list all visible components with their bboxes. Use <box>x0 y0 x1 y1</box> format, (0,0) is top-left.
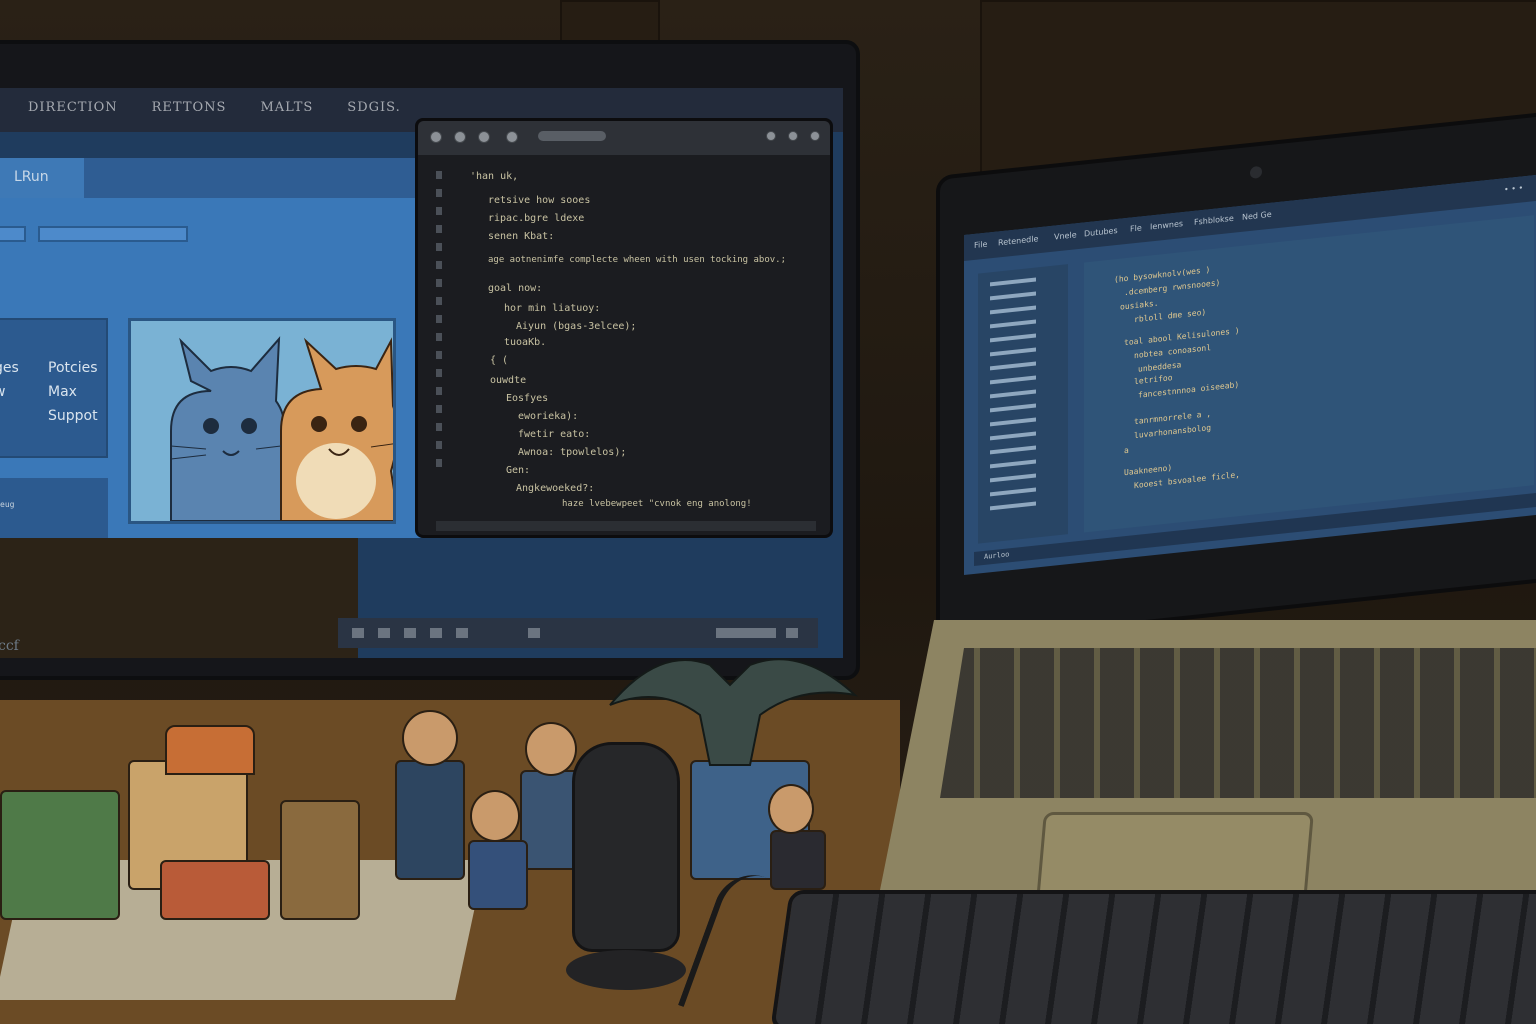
laptop-menu-item[interactable]: Dutubes <box>1084 226 1118 239</box>
toy-castle-green <box>0 790 120 920</box>
toy-small-figure <box>468 840 528 910</box>
search-input[interactable] <box>38 226 188 242</box>
laptop-code-line: nobtea conoasonl <box>1134 343 1212 361</box>
taskbar-icon[interactable] <box>352 628 364 638</box>
laptop-touchpad[interactable] <box>1036 812 1314 902</box>
nav-item-max[interactable]: Max <box>48 384 77 400</box>
code-line: ripac.bgre ldexe <box>488 213 585 224</box>
laptop-file-tree[interactable] <box>978 264 1068 544</box>
dark-panel-text: ccf <box>0 638 19 654</box>
cat-image <box>128 318 396 524</box>
webcam-icon <box>1250 165 1262 179</box>
browser-tabbar: LRun <box>0 158 428 198</box>
dark-figure-head <box>768 784 814 834</box>
nav-item-policies[interactable]: Potcies <box>48 360 98 376</box>
code-line: age aotnenimfe complecte wheen with usen… <box>488 255 787 265</box>
webpage: ges w Potcies Max Suppot eug <box>0 198 428 538</box>
laptop-code-line: luvarhonansbolog <box>1134 423 1212 441</box>
code-area[interactable]: 'han uk, retsive how sooes ripac.bgre ld… <box>466 165 826 525</box>
laptop-code-line: toal abool Kelisulones ) <box>1124 326 1240 348</box>
laptop-screen: File Retenedle Vnele Dutubes Fle Ienwnes… <box>964 173 1536 576</box>
code-line: Awnoa: tpowlelos); <box>518 447 627 458</box>
laptop-keyboard[interactable] <box>940 648 1536 798</box>
nav-item-partial-1[interactable]: ges <box>0 360 19 376</box>
laptop-code-line: Uaakneeno) <box>1124 463 1173 478</box>
laptop-status-text: Aurloo <box>984 550 1010 561</box>
window-control-icon[interactable] <box>810 131 820 141</box>
laptop-menu-item[interactable]: Ned Ge <box>1242 210 1272 222</box>
code-line: goal now: <box>488 283 543 294</box>
code-line: retsive how sooes <box>488 195 591 206</box>
code-window-titlebar <box>418 121 830 155</box>
taskbar-icon[interactable] <box>528 628 540 638</box>
external-keyboard[interactable] <box>770 890 1536 1024</box>
code-line: { ( <box>490 355 509 366</box>
microphone <box>572 742 680 952</box>
code-line: haze lvebewpeet "cvnok eng anolong! <box>562 499 752 509</box>
menu-item-malts[interactable]: MALTS <box>260 100 313 120</box>
nav-item-support[interactable]: Suppot <box>48 408 98 424</box>
editor-gutter <box>432 161 452 521</box>
laptop-code-line: unbeddesa <box>1138 360 1182 374</box>
toy-house-roof <box>165 725 255 775</box>
code-line: Eosfyes <box>506 393 549 404</box>
laptop-menu-item[interactable]: Ienwnes <box>1150 219 1183 231</box>
laptop-code-line: rbloll dme seo) <box>1134 307 1207 325</box>
browser-tab[interactable]: LRun <box>0 158 84 198</box>
window-control-icon[interactable] <box>788 131 798 141</box>
taskbar-icon[interactable] <box>378 628 390 638</box>
minimize-window-button[interactable] <box>454 131 466 143</box>
code-line: 'han uk, <box>470 171 519 182</box>
laptop-menu-item[interactable]: File <box>974 240 987 250</box>
laptop-menu-item[interactable]: Fle <box>1130 223 1142 233</box>
close-window-button[interactable] <box>430 131 442 143</box>
toy-tower <box>280 800 360 920</box>
address-bar[interactable] <box>538 131 606 141</box>
code-line: eworieka): <box>518 411 579 422</box>
laptop-code-area[interactable]: (ho bysowknolv(wes ) .dcemberg rwnsnooes… <box>1084 215 1534 533</box>
taskbar-icon[interactable] <box>430 628 442 638</box>
laptop-menu-item[interactable]: Vnele <box>1054 230 1077 241</box>
settings-icon[interactable] <box>506 131 518 143</box>
small-figure-head <box>470 790 520 842</box>
code-line: tuoaKb. <box>504 337 547 348</box>
code-line: Gen: <box>506 465 531 476</box>
toy-figure <box>520 770 580 870</box>
taskbar-icon[interactable] <box>404 628 416 638</box>
search-button[interactable] <box>0 226 26 242</box>
taskbar-icon[interactable] <box>456 628 468 638</box>
laptop-code-line: letrifoo <box>1134 373 1173 387</box>
laptop-code-line: a <box>1124 445 1129 456</box>
menu-item-sdgis[interactable]: SDGIS. <box>347 100 400 120</box>
info-box: eug <box>0 478 108 538</box>
laptop-menu-item[interactable]: Fshblokse <box>1194 214 1234 227</box>
window-controls-icon[interactable]: • • • <box>1504 183 1523 194</box>
menu-item-direction[interactable]: DIRECTION <box>28 100 118 120</box>
code-line: ouwdte <box>490 375 527 386</box>
menu-item-rettons[interactable]: RETTONS <box>152 100 227 120</box>
laptop-menu-item[interactable]: Retenedle <box>998 234 1038 247</box>
nav-item-partial-2[interactable]: w <box>0 384 5 400</box>
dark-side-panel: ccf <box>0 538 358 658</box>
info-box-text: eug <box>0 500 15 509</box>
code-line: Aiyun (bgas-3elcee); <box>516 321 637 332</box>
toy-knight-figure <box>395 760 465 880</box>
knight-head <box>402 710 458 766</box>
microphone-stand <box>566 950 686 990</box>
code-editor-window: 'han uk, retsive how sooes ripac.bgre ld… <box>415 118 833 538</box>
horizontal-scrollbar[interactable] <box>436 521 816 531</box>
code-line: fwetir eato: <box>518 429 591 440</box>
code-line: senen Kbat: <box>488 231 555 242</box>
laptop-lid: File Retenedle Vnele Dutubes Fle Ienwnes… <box>936 110 1536 646</box>
code-line: hor min liatuoy: <box>504 303 601 314</box>
toy-bricks <box>160 860 270 920</box>
code-line: Angkewoeked?: <box>516 483 595 494</box>
two-cats-illustration <box>170 336 393 521</box>
maximize-window-button[interactable] <box>478 131 490 143</box>
window-control-icon[interactable] <box>766 131 776 141</box>
figure-head <box>525 722 577 776</box>
nav-panel: ges w Potcies Max Suppot <box>0 318 108 458</box>
laptop-code-line: ousiaks. <box>1120 298 1159 312</box>
